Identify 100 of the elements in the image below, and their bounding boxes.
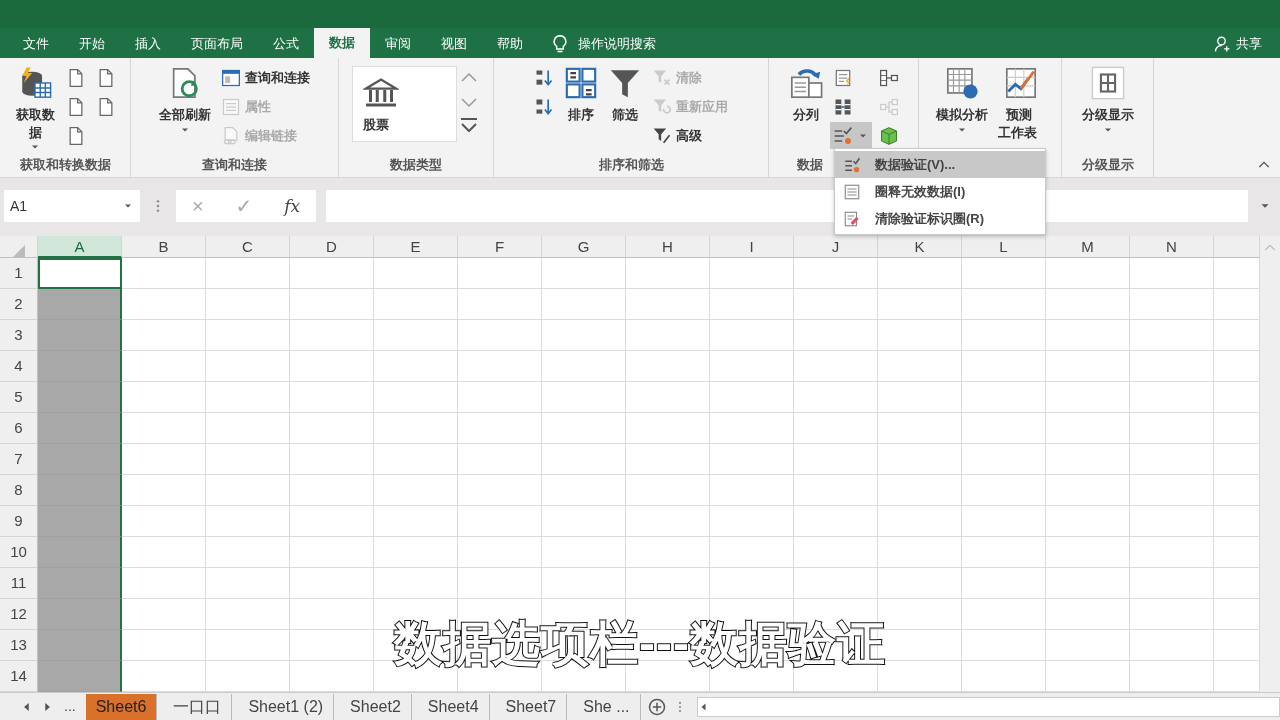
group-label: 排序和筛选: [598, 157, 664, 172]
insert-function-button[interactable]: fx: [278, 197, 307, 215]
ribbon-tab[interactable]: 审阅: [370, 30, 426, 58]
selected-cell[interactable]: [38, 568, 122, 599]
ribbon-tab[interactable]: 页面布局: [176, 30, 258, 58]
column-header[interactable]: H: [626, 236, 710, 258]
sheet-tab[interactable]: Sheet2: [340, 693, 412, 720]
outline-icon: [1090, 66, 1125, 100]
column-header[interactable]: F: [458, 236, 542, 258]
group-label: 查询和连接: [202, 157, 267, 172]
split-button[interactable]: [829, 122, 872, 149]
ribbon-button[interactable]: 筛选: [605, 64, 645, 155]
column-header[interactable]: I: [710, 236, 794, 258]
ribbon-tab[interactable]: 数据: [314, 28, 370, 58]
selected-cell[interactable]: [38, 599, 122, 630]
group-label: 数据类型: [390, 157, 442, 172]
flowchart-icon: [878, 67, 899, 88]
group-label: 数据: [797, 157, 823, 172]
row-header[interactable]: 2: [0, 289, 38, 320]
name-box[interactable]: A1: [4, 190, 140, 222]
more-sheets-button[interactable]: ...: [60, 696, 80, 717]
row-header[interactable]: 4: [0, 351, 38, 382]
ribbon-button[interactable]: 排序: [561, 64, 601, 155]
row-header[interactable]: 13: [0, 630, 38, 661]
ribbon-tab[interactable]: 帮助: [482, 30, 538, 58]
list-icon: [221, 96, 241, 117]
group-label: 获取和转换数据: [19, 157, 111, 173]
selected-cell[interactable]: [38, 289, 122, 320]
column-header[interactable]: D: [290, 236, 374, 258]
cube-icon: [878, 125, 899, 146]
menu-item[interactable]: 清除验证标识圈(R): [835, 205, 1045, 232]
sheet-tab[interactable]: Sheet1 (2): [238, 693, 335, 720]
lightbulb-icon[interactable]: [550, 34, 570, 54]
selected-cell[interactable]: [38, 444, 122, 475]
row-header[interactable]: 6: [0, 413, 38, 444]
sheet-tab[interactable]: Sheet4: [417, 693, 490, 720]
column-header[interactable]: L: [962, 236, 1046, 258]
column-header[interactable]: B: [122, 236, 206, 258]
checklist-icon: [832, 125, 853, 146]
sheet-tab[interactable]: She ...: [573, 693, 641, 720]
column-header[interactable]: [1214, 236, 1260, 258]
share-button[interactable]: 共享: [1208, 30, 1268, 58]
active-cell[interactable]: [38, 258, 122, 289]
selected-cell[interactable]: [38, 630, 122, 661]
list-icon: [843, 182, 861, 201]
menu-item[interactable]: 圈释无效数据(I): [835, 178, 1045, 205]
ribbon-button[interactable]: 分级显示: [1078, 64, 1137, 155]
sheet-tab[interactable]: Sheet6: [85, 693, 158, 720]
ribbon-button[interactable]: 获取数据: [11, 64, 59, 156]
selected-cell[interactable]: [38, 413, 122, 444]
row-header[interactable]: 11: [0, 568, 38, 599]
row-header[interactable]: 1: [0, 258, 38, 289]
ribbon-button[interactable]: 查询和连接: [218, 64, 313, 91]
person-icon: [1214, 35, 1232, 53]
selected-cell[interactable]: [38, 320, 122, 351]
row-header[interactable]: 8: [0, 475, 38, 506]
column-header[interactable]: E: [374, 236, 458, 258]
column-header[interactable]: A: [38, 236, 122, 258]
add-sheet-icon[interactable]: [646, 696, 667, 717]
selected-cell[interactable]: [38, 506, 122, 537]
horizontal-scrollbar[interactable]: [696, 696, 1280, 717]
ribbon-tab[interactable]: 插入: [120, 30, 176, 58]
checklist-icon: [843, 155, 861, 174]
ribbon-tab[interactable]: 文件: [8, 30, 64, 58]
ribbon-tab[interactable]: 开始: [64, 30, 120, 58]
column-header[interactable]: G: [542, 236, 626, 258]
selected-cell[interactable]: [38, 382, 122, 413]
row-header[interactable]: 14: [0, 661, 38, 692]
ribbon-button[interactable]: 分列: [785, 64, 826, 155]
ribbon-button[interactable]: 全部刷新: [156, 64, 214, 155]
ribbon-tab[interactable]: 视图: [426, 30, 482, 58]
window-icon: [221, 67, 241, 88]
selected-cell[interactable]: [38, 661, 122, 692]
sheet-tab[interactable]: 一口口: [163, 693, 233, 720]
column-header[interactable]: C: [206, 236, 290, 258]
split-columns-icon: [788, 66, 823, 100]
column-header[interactable]: N: [1130, 236, 1214, 258]
row-header[interactable]: 9: [0, 506, 38, 537]
grid-icon: [945, 66, 979, 100]
row-header[interactable]: 10: [0, 537, 38, 568]
search-prompt[interactable]: 操作说明搜索: [578, 34, 656, 54]
gallery-item[interactable]: 股票: [351, 66, 457, 142]
selected-cell[interactable]: [38, 475, 122, 506]
selected-cell[interactable]: [38, 351, 122, 382]
ribbon-button[interactable]: 高级: [649, 122, 731, 149]
row-header[interactable]: 3: [0, 320, 38, 351]
row-header[interactable]: 7: [0, 444, 38, 475]
sheet-tab[interactable]: Sheet7: [495, 693, 568, 720]
group-label: 分级显示: [1081, 157, 1134, 172]
ribbon-tab[interactable]: 公式: [258, 30, 314, 58]
hierarchy-icon: [878, 96, 899, 117]
sort-icon: [564, 66, 598, 100]
selected-cell[interactable]: [38, 537, 122, 568]
column-header[interactable]: K: [878, 236, 962, 258]
column-header[interactable]: M: [1046, 236, 1130, 258]
clear-circles-icon: [843, 209, 861, 228]
row-header[interactable]: 5: [0, 382, 38, 413]
menu-item[interactable]: 数据验证(V)...: [835, 151, 1045, 178]
column-header[interactable]: J: [794, 236, 878, 258]
row-header[interactable]: 12: [0, 599, 38, 630]
